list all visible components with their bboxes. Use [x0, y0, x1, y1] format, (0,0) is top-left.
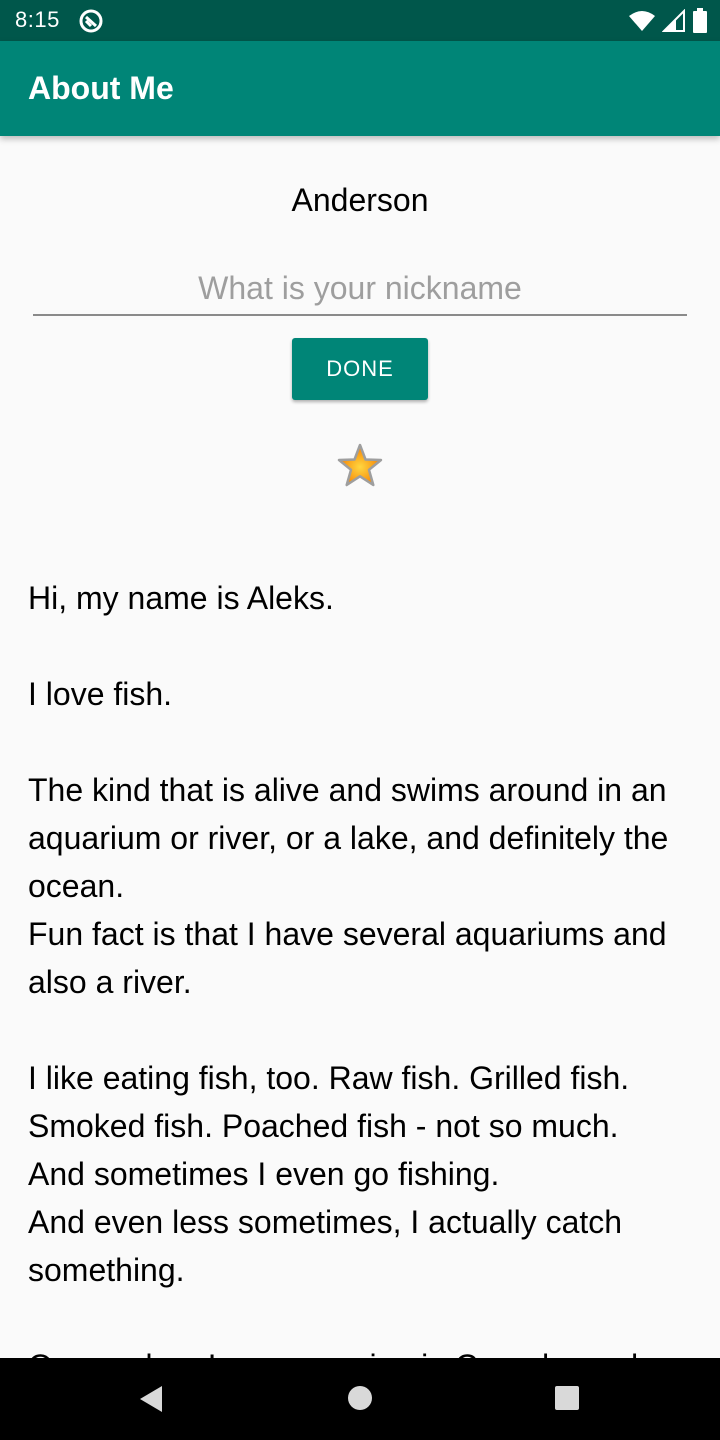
done-button[interactable]: DONE — [292, 338, 428, 400]
home-icon[interactable] — [348, 1386, 372, 1410]
navigation-bar — [0, 1358, 720, 1440]
signal-icon — [661, 8, 686, 38]
star-icon — [336, 442, 384, 490]
bio-text: Hi, my name is Aleks. I love fish. The k… — [28, 580, 669, 1358]
app-bar: About Me — [0, 41, 720, 136]
nickname-input[interactable] — [33, 262, 687, 316]
back-icon[interactable] — [137, 1384, 165, 1419]
wifi-icon — [628, 9, 656, 38]
main-content[interactable]: Anderson DONE Hi, my name is Aleks. I lo… — [0, 136, 720, 1358]
status-icons — [628, 8, 708, 39]
app-title: About Me — [28, 70, 174, 106]
name-text: Anderson — [291, 182, 429, 218]
recents-icon[interactable] — [555, 1386, 579, 1410]
status-time: 8:15 — [15, 7, 60, 32]
notification-icon — [78, 8, 104, 39]
battery-icon — [692, 8, 708, 39]
status-bar: 8:15 — [0, 0, 720, 41]
